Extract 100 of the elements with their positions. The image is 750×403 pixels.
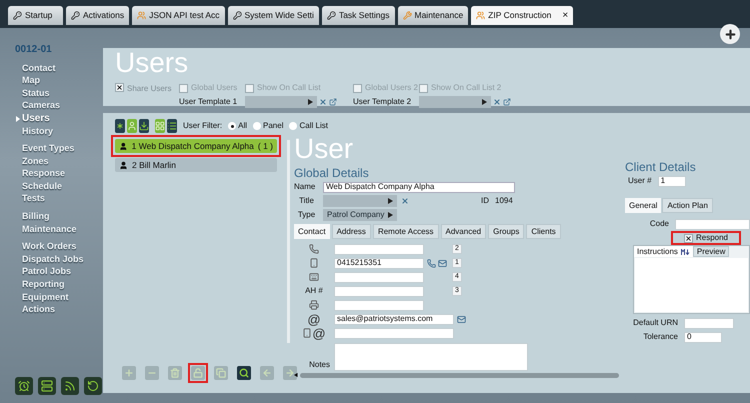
user-list-item[interactable]: 2 Bill Marlin [115, 158, 277, 172]
tab[interactable]: Preview [692, 246, 730, 257]
check-mark-icon [684, 234, 692, 242]
contact-label: AH # [305, 285, 323, 297]
contact-field[interactable]: sales@patriotsystems.com [334, 314, 454, 324]
page-title: Users [115, 49, 190, 77]
clear-icon[interactable] [401, 197, 409, 205]
tab[interactable]: ZIP Construction × [471, 6, 574, 25]
phone-icon [309, 244, 319, 254]
template-label: User Template 2 [353, 96, 412, 108]
radio-button[interactable] [289, 122, 298, 130]
list-icon[interactable] [167, 119, 177, 133]
checkbox[interactable] [419, 84, 428, 92]
tab[interactable]: Task Settings [322, 6, 394, 25]
contact-label: @ [307, 312, 321, 326]
tab[interactable]: Startup [8, 6, 63, 25]
tab[interactable]: Advanced [440, 224, 486, 239]
checkbox-label: Show On Call List 2 [431, 82, 502, 94]
tab[interactable]: JSON API test Acc [132, 6, 224, 25]
clear-icon[interactable] [493, 98, 501, 106]
user-number-field[interactable]: 1 [658, 176, 686, 186]
section-heading: Client Details [625, 160, 697, 174]
mail-icon[interactable] [457, 314, 466, 324]
checkbox[interactable] [353, 84, 362, 92]
unlock-icon [193, 368, 203, 378]
dropdown-arrow-icon [388, 198, 393, 204]
detail-title: User [294, 134, 354, 164]
fax-icon [309, 300, 319, 310]
key-icon [232, 11, 242, 20]
checkbox[interactable] [115, 83, 124, 92]
tolerance-field[interactable]: 0 [684, 332, 722, 342]
pager-icon [309, 272, 319, 282]
tab[interactable]: Clients [526, 224, 561, 239]
checkbox[interactable] [245, 84, 254, 92]
tab[interactable]: Remote Access [372, 224, 439, 239]
external-link-icon[interactable] [329, 98, 337, 106]
radio-label: Panel [263, 120, 284, 132]
dropdown-arrow-icon [308, 99, 313, 105]
field-label: Default URN [632, 317, 678, 329]
checkbox[interactable] [179, 84, 188, 92]
clear-icon[interactable] [319, 98, 327, 106]
instructions-field[interactable] [635, 258, 748, 312]
check-mark-icon [116, 84, 123, 91]
server-icon[interactable] [38, 377, 56, 395]
urn-field[interactable] [684, 318, 734, 328]
key-icon [326, 11, 336, 20]
mail-icon[interactable] [438, 258, 447, 268]
tab[interactable]: Maintenance [398, 6, 468, 25]
asterisk-icon[interactable] [115, 119, 125, 133]
search-button[interactable] [237, 366, 251, 380]
field-label: Notes [308, 359, 330, 371]
tab[interactable]: Instructions [634, 246, 693, 257]
phone-icon[interactable] [427, 258, 436, 268]
contact-field[interactable] [334, 244, 424, 254]
radio-button[interactable] [253, 122, 262, 130]
tab[interactable]: Groups [488, 224, 524, 239]
user-count: ( 1 ) [258, 140, 273, 152]
code-field[interactable] [675, 218, 750, 230]
filter-label: User Filter: [183, 120, 222, 132]
plus-icon [124, 368, 134, 378]
download-icon[interactable] [139, 119, 149, 133]
tab[interactable]: Action Plan [662, 198, 713, 213]
refresh-icon[interactable] [84, 377, 102, 395]
field-label: ID [481, 195, 489, 207]
contact-label: @ [312, 326, 326, 340]
contact-field[interactable] [334, 286, 424, 296]
add-button[interactable] [720, 24, 740, 44]
contact-field[interactable] [334, 272, 424, 282]
users-icon [476, 11, 486, 20]
contact-field[interactable] [334, 328, 454, 338]
horizontal-scrollbar[interactable] [300, 372, 619, 378]
dropdown[interactable]: Patrol Company [323, 209, 397, 221]
user-list-item[interactable]: 1 Web Dispatch Company Alpha ( 1 ) [115, 139, 277, 153]
caret-icon [16, 116, 20, 122]
tab[interactable]: Contact [294, 224, 330, 239]
field-label: Title [298, 195, 315, 207]
checkbox[interactable] [684, 234, 693, 242]
key-icon [13, 11, 22, 20]
field-label: User # [628, 175, 652, 187]
radio-button[interactable] [228, 122, 236, 130]
tab[interactable]: System Wide Setti [228, 6, 319, 25]
dropdown-arrow-icon [482, 99, 487, 105]
contact-field[interactable]: 0415215351 [334, 258, 424, 268]
tab[interactable]: General [625, 198, 662, 213]
close-tab-button[interactable]: × [562, 8, 568, 23]
contact-field[interactable] [334, 300, 424, 310]
copy-icon [216, 368, 226, 378]
section-heading: Global Details [294, 166, 370, 180]
external-link-icon[interactable] [503, 98, 511, 106]
checkbox-label: Show On Call List [257, 82, 321, 94]
tab[interactable]: Activations [66, 6, 130, 25]
notes-field[interactable] [334, 343, 528, 371]
template-label: User Template 1 [179, 96, 238, 108]
checkbox-label: Global Users 2 [365, 82, 418, 94]
signal-icon[interactable] [61, 377, 79, 395]
name-field[interactable]: Web Dispatch Company Alpha [323, 182, 515, 192]
tab[interactable]: Address [332, 224, 371, 239]
field-label: Tolerance [642, 331, 678, 343]
alarm-clock-icon[interactable] [15, 377, 33, 395]
id-value: 1094 [495, 195, 513, 207]
